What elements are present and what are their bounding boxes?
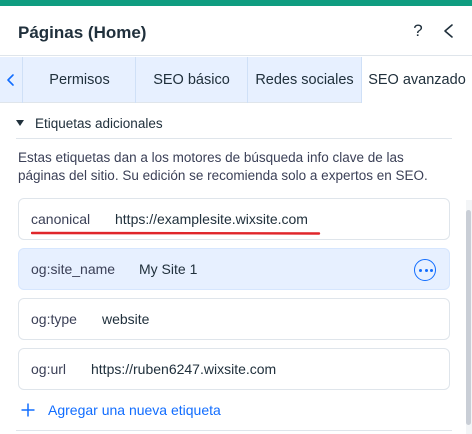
- add-tag-label: Agregar una nueva etiqueta: [48, 402, 221, 418]
- tag-value: https://ruben6247.wixsite.com: [91, 361, 277, 377]
- caret-down-icon: [16, 120, 24, 126]
- tag-key: og:site_name: [31, 261, 116, 277]
- tag-key: og:type: [31, 311, 77, 327]
- tabs-scroll-left-button[interactable]: [0, 57, 23, 103]
- section-label: Etiquetas adicionales: [35, 115, 163, 131]
- tag-value: website: [102, 311, 150, 327]
- plus-icon: [21, 403, 35, 417]
- add-new-tag-button[interactable]: Agregar una nueva etiqueta: [20, 401, 221, 419]
- section-description: Estas etiquetas dan a los motores de bús…: [18, 150, 428, 183]
- tag-key: canonical: [31, 211, 91, 227]
- tab-bar: Permisos SEO básico Redes sociales SEO a…: [0, 57, 472, 104]
- close-chevron-icon: [444, 24, 453, 38]
- scroll-left-chevron-icon: [7, 74, 14, 86]
- section-toggle-etiquetas[interactable]: Etiquetas adicionales: [16, 114, 163, 132]
- tag-key: og:url: [31, 361, 67, 377]
- tag-row-og-url[interactable]: og:url https://ruben6247.wixsite.com: [18, 348, 450, 390]
- annotation-underline: [31, 231, 321, 235]
- panel-header: Páginas (Home) ?: [0, 6, 472, 56]
- tag-row-og-site-name[interactable]: og:site_name My Site 1: [18, 248, 450, 290]
- tab-permisos[interactable]: Permisos: [24, 57, 136, 103]
- tab-redes-sociales[interactable]: Redes sociales: [248, 57, 362, 103]
- tag-value: My Site 1: [139, 261, 198, 277]
- bottom-divider: [16, 430, 452, 431]
- more-options-icon[interactable]: [414, 259, 436, 281]
- tag-value: https://examplesite.wixsite.com: [115, 211, 308, 227]
- tab-seo-basico[interactable]: SEO básico: [136, 57, 248, 103]
- help-button[interactable]: ?: [410, 20, 426, 42]
- tag-row-og-type[interactable]: og:type website: [18, 298, 450, 340]
- section-divider: [16, 138, 452, 139]
- close-panel-button[interactable]: [440, 20, 458, 42]
- panel-title: Páginas (Home): [18, 23, 147, 42]
- tab-seo-avanzado[interactable]: SEO avanzado: [362, 57, 472, 104]
- scrollbar-thumb[interactable]: [466, 210, 471, 425]
